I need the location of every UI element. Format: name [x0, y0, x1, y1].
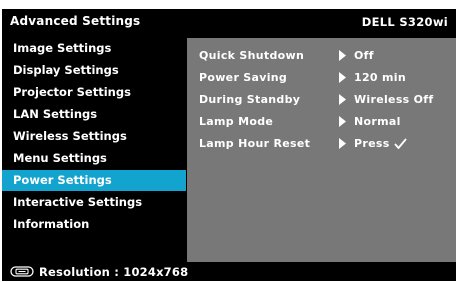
setting-name: Quick Shutdown	[199, 49, 305, 62]
setting-name: Lamp Mode	[199, 115, 274, 128]
model-name: DELL S320wi	[361, 15, 448, 29]
sidebar-item-menu-settings[interactable]: Menu Settings	[2, 148, 186, 169]
sidebar-item-lan-settings[interactable]: LAN Settings	[2, 104, 186, 125]
sidebar-menu: Image Settings Display Settings Projecto…	[2, 38, 186, 262]
setting-value: Normal	[354, 115, 401, 128]
sidebar-item-wireless-settings[interactable]: Wireless Settings	[2, 126, 186, 147]
checkmark-icon	[394, 138, 407, 149]
osd-menu: Advanced Settings DELL S320wi Image Sett…	[2, 9, 456, 281]
sidebar-item-power-settings[interactable]: Power Settings	[2, 170, 186, 191]
sidebar-item-projector-settings[interactable]: Projector Settings	[2, 82, 186, 103]
resolution-icon	[10, 266, 34, 277]
sidebar-item-label: LAN Settings	[13, 107, 98, 121]
setting-value: Press	[354, 137, 390, 150]
triangle-right-icon	[339, 94, 346, 105]
sidebar-item-label: Information	[13, 217, 90, 231]
sidebar-item-display-settings[interactable]: Display Settings	[2, 60, 186, 81]
triangle-right-icon	[339, 138, 346, 149]
sidebar-item-label: Wireless Settings	[13, 129, 127, 143]
setting-name: During Standby	[199, 93, 301, 106]
setting-value: Off	[354, 49, 374, 62]
setting-row-power-saving[interactable]: Power Saving 120 min	[187, 67, 456, 88]
sidebar-item-interactive-settings[interactable]: Interactive Settings	[2, 192, 186, 213]
setting-name: Lamp Hour Reset	[199, 137, 311, 150]
setting-row-lamp-mode[interactable]: Lamp Mode Normal	[187, 111, 456, 132]
header: Advanced Settings DELL S320wi	[2, 9, 456, 35]
setting-row-lamp-hour-reset[interactable]: Lamp Hour Reset Press	[187, 133, 456, 154]
sidebar-item-information[interactable]: Information	[2, 214, 186, 235]
triangle-right-icon	[339, 72, 346, 83]
setting-value: 120 min	[354, 71, 406, 84]
sidebar-item-label: Interactive Settings	[13, 195, 143, 209]
setting-row-during-standby[interactable]: During Standby Wireless Off	[187, 89, 456, 110]
sidebar-item-label: Power Settings	[13, 173, 112, 187]
setting-name: Power Saving	[199, 71, 288, 84]
sidebar-item-label: Menu Settings	[13, 151, 107, 165]
setting-row-quick-shutdown[interactable]: Quick Shutdown Off	[187, 45, 456, 66]
sidebar-item-image-settings[interactable]: Image Settings	[2, 38, 186, 59]
sidebar-item-label: Projector Settings	[13, 85, 131, 99]
sidebar-item-label: Image Settings	[13, 41, 112, 55]
sidebar-item-label: Display Settings	[13, 63, 119, 77]
triangle-right-icon	[339, 50, 346, 61]
menu-title: Advanced Settings	[10, 14, 141, 28]
status-bar: Resolution : 1024x768	[2, 262, 456, 281]
settings-panel: Quick Shutdown Off Power Saving 120 min …	[187, 38, 456, 262]
setting-value: Wireless Off	[354, 93, 434, 106]
resolution-text: Resolution : 1024x768	[39, 265, 189, 279]
triangle-right-icon	[339, 116, 346, 127]
